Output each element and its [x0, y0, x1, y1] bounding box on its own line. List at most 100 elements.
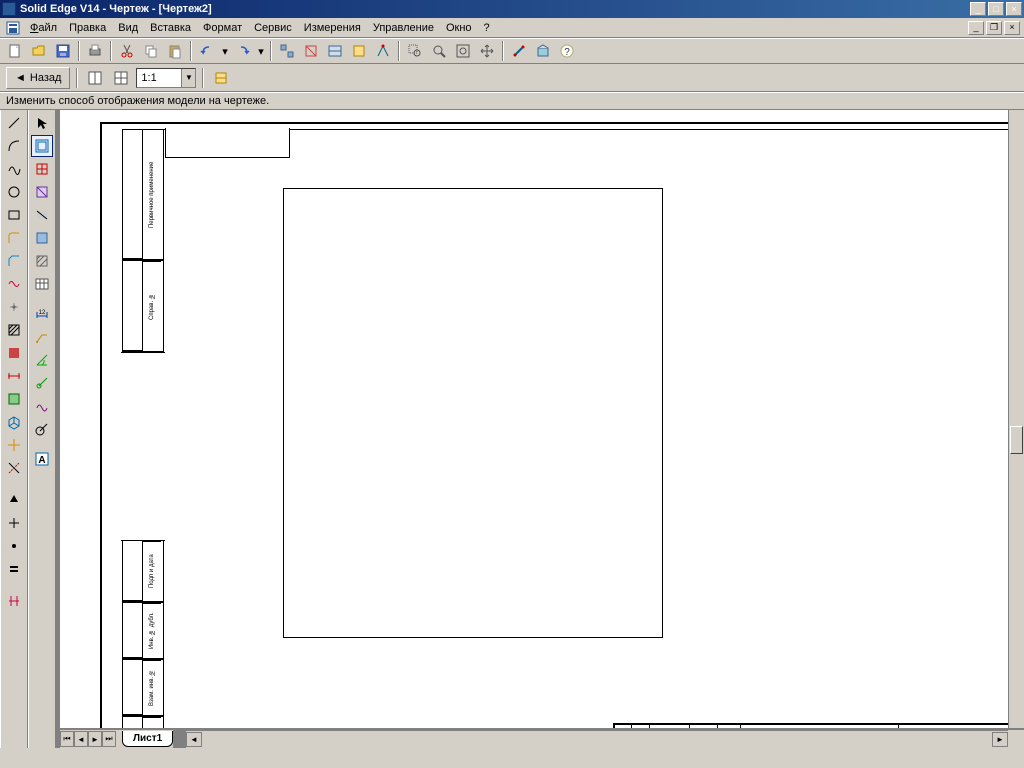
arrow-up-tool[interactable]: [3, 489, 25, 511]
mdi-buttons: _ ❐ ×: [968, 21, 1022, 35]
fillet-tool[interactable]: [3, 227, 25, 249]
point-tool[interactable]: [3, 296, 25, 318]
iso-tool[interactable]: [3, 411, 25, 433]
tool-3[interactable]: [324, 40, 346, 62]
trim-tool[interactable]: [3, 457, 25, 479]
zoom-fit-button[interactable]: [452, 40, 474, 62]
print-button[interactable]: [84, 40, 106, 62]
dot-tool[interactable]: [3, 535, 25, 557]
layout-2-button[interactable]: [110, 67, 132, 89]
prev-sheet-button[interactable]: ◄: [74, 731, 88, 747]
line-tool[interactable]: [3, 112, 25, 134]
undo-button[interactable]: [196, 40, 218, 62]
copy-button[interactable]: [140, 40, 162, 62]
open-button[interactable]: [28, 40, 50, 62]
tool-4[interactable]: [348, 40, 370, 62]
text-tool[interactable]: A: [31, 448, 53, 470]
cut-plane-tool[interactable]: [31, 181, 53, 203]
vertical-scrollbar[interactable]: [1008, 110, 1024, 728]
new-button[interactable]: [4, 40, 26, 62]
resize-grip[interactable]: [1008, 730, 1024, 748]
horizontal-scrollbar[interactable]: ◄ ►: [186, 730, 1008, 748]
tool-2[interactable]: [300, 40, 322, 62]
spline-tool[interactable]: [3, 273, 25, 295]
dim-angular-tool[interactable]: [31, 349, 53, 371]
zoom-button[interactable]: [428, 40, 450, 62]
scroll-left-button[interactable]: ◄: [186, 732, 202, 747]
cross-tool[interactable]: [3, 512, 25, 534]
tool-5[interactable]: [372, 40, 394, 62]
menu-format[interactable]: Формат: [197, 20, 248, 36]
zoom-area-button[interactable]: [404, 40, 426, 62]
left-toolbar-2: 12 A: [28, 110, 56, 748]
placed-view[interactable]: [283, 188, 663, 638]
separator: [110, 41, 112, 61]
rect-tool[interactable]: [3, 204, 25, 226]
dim-leader-tool[interactable]: [31, 326, 53, 348]
paste-button[interactable]: [164, 40, 186, 62]
detail-blue-tool[interactable]: [31, 227, 53, 249]
table-tool[interactable]: [31, 273, 53, 295]
constraint-tool[interactable]: [3, 590, 25, 612]
select-arrow-tool[interactable]: [31, 112, 53, 134]
app-menu-icon[interactable]: [6, 21, 20, 35]
tool-7[interactable]: [532, 40, 554, 62]
menu-help[interactable]: ?: [478, 20, 496, 36]
scroll-right-button[interactable]: ►: [992, 732, 1008, 747]
block-tool[interactable]: [3, 388, 25, 410]
scale-combo[interactable]: 1:1 ▼: [136, 68, 196, 88]
circle-tool[interactable]: [3, 181, 25, 203]
dim-origin-tool[interactable]: [31, 372, 53, 394]
drawing-canvas[interactable]: Первичное применение Справ. № Подп и дат…: [60, 110, 1008, 728]
menu-tools[interactable]: Сервис: [248, 20, 298, 36]
maximize-button[interactable]: □: [988, 2, 1004, 16]
fill-tool[interactable]: [3, 342, 25, 364]
next-sheet-button[interactable]: ►: [88, 731, 102, 747]
menu-insert[interactable]: Вставка: [144, 20, 197, 36]
move-arrows-tool[interactable]: [3, 434, 25, 456]
dim-linear-tool[interactable]: 12: [31, 303, 53, 325]
hatch-tool[interactable]: [3, 319, 25, 341]
pattern45-tool[interactable]: [31, 250, 53, 272]
help-button[interactable]: ?: [556, 40, 578, 62]
scroll-thumb[interactable]: [1010, 426, 1023, 454]
cut-button[interactable]: [116, 40, 138, 62]
active-drawing-tool[interactable]: [31, 135, 53, 157]
undo-dropdown[interactable]: ▾: [220, 40, 230, 62]
first-sheet-button[interactable]: ⏮: [60, 731, 74, 747]
mdi-restore-button[interactable]: ❐: [986, 21, 1002, 35]
menu-window[interactable]: Окно: [440, 20, 478, 36]
dim-radial-tool[interactable]: [31, 418, 53, 440]
redo-button[interactable]: [232, 40, 254, 62]
back-button[interactable]: ◄ Назад: [6, 67, 70, 89]
save-button[interactable]: [52, 40, 74, 62]
equals-tool[interactable]: [3, 558, 25, 580]
pan-button[interactable]: [476, 40, 498, 62]
minimize-button[interactable]: _: [970, 2, 986, 16]
redo-dropdown[interactable]: ▾: [256, 40, 266, 62]
chevron-left-icon: ◄: [15, 72, 26, 84]
sheet-tab-1[interactable]: Лист1: [122, 731, 173, 747]
dim-wave-tool[interactable]: [31, 395, 53, 417]
menu-file[interactable]: Файл: [24, 20, 63, 36]
grid-red-tool[interactable]: [31, 158, 53, 180]
tool-1[interactable]: [276, 40, 298, 62]
menu-manage[interactable]: Управление: [367, 20, 440, 36]
layout-1-button[interactable]: [84, 67, 106, 89]
menu-dimensions[interactable]: Измерения: [298, 20, 367, 36]
chamfer-tool[interactable]: [3, 250, 25, 272]
close-button[interactable]: ×: [1006, 2, 1022, 16]
sheet-tab-bar: ⏮ ◄ ► ⏭ Лист1: [60, 730, 173, 748]
arc-tool[interactable]: [3, 135, 25, 157]
menu-view[interactable]: Вид: [112, 20, 144, 36]
last-sheet-button[interactable]: ⏭: [102, 731, 116, 747]
section-tool[interactable]: [31, 204, 53, 226]
menu-edit[interactable]: Правка: [63, 20, 112, 36]
curve-tool[interactable]: [3, 158, 25, 180]
dimension-tool[interactable]: [3, 365, 25, 387]
mdi-minimize-button[interactable]: _: [968, 21, 984, 35]
tool-6[interactable]: [508, 40, 530, 62]
left-vzam-label: Взам. инв. №: [143, 660, 161, 715]
mdi-close-button[interactable]: ×: [1004, 21, 1020, 35]
view-option-button[interactable]: [210, 67, 232, 89]
